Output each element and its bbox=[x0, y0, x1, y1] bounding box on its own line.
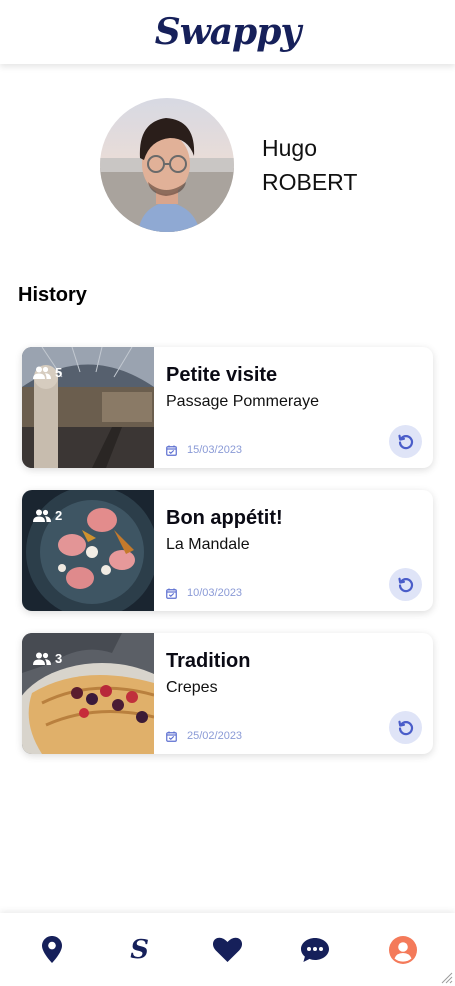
chat-bubble-icon bbox=[301, 937, 330, 962]
group-icon bbox=[33, 509, 51, 522]
card-place: La Mandale bbox=[166, 536, 250, 553]
card-body: Bon appétit! La Mandale 10/03/2023 bbox=[154, 490, 433, 611]
heart-icon bbox=[212, 937, 242, 962]
history-card[interactable]: 2 Bon appétit! La Mandale 10/03/2023 bbox=[22, 490, 433, 611]
profile-section: Hugo ROBERT bbox=[100, 98, 357, 232]
people-count-value: 5 bbox=[55, 365, 63, 380]
card-image: 5 bbox=[22, 347, 154, 468]
group-icon bbox=[33, 652, 51, 665]
tab-swappy[interactable]: S bbox=[110, 920, 170, 980]
calendar-icon bbox=[166, 731, 177, 742]
people-count: 5 bbox=[33, 365, 62, 380]
calendar-icon bbox=[166, 445, 177, 456]
card-body: Tradition Crepes 25/02/2023 bbox=[154, 633, 433, 754]
replay-button[interactable] bbox=[389, 568, 422, 601]
replay-button[interactable] bbox=[389, 425, 422, 458]
group-icon bbox=[33, 366, 51, 379]
tab-map[interactable] bbox=[22, 920, 82, 980]
card-title: Tradition bbox=[166, 650, 251, 672]
history-card[interactable]: 5 Petite visite Passage Pommeraye 15/03/… bbox=[22, 347, 433, 468]
last-name: ROBERT bbox=[262, 169, 358, 195]
first-name: Hugo bbox=[262, 135, 317, 161]
replay-icon bbox=[397, 434, 413, 449]
people-count: 3 bbox=[33, 651, 62, 666]
app-logo: Swappy bbox=[154, 11, 302, 53]
card-date-value: 15/03/2023 bbox=[187, 444, 243, 456]
app-header: Swappy bbox=[0, 0, 455, 64]
card-date-value: 10/03/2023 bbox=[187, 587, 243, 599]
user-icon bbox=[389, 935, 418, 964]
swappy-s-icon: S bbox=[130, 934, 150, 965]
card-image: 3 bbox=[22, 633, 154, 754]
card-date: 25/02/2023 bbox=[166, 730, 242, 742]
card-place: Crepes bbox=[166, 679, 218, 696]
card-title: Petite visite bbox=[166, 364, 278, 386]
avatar[interactable] bbox=[100, 98, 234, 232]
history-card[interactable]: 3 Tradition Crepes 25/02/2023 bbox=[22, 633, 433, 754]
card-place: Passage Pommeraye bbox=[166, 393, 319, 410]
replay-icon bbox=[397, 577, 413, 592]
replay-button[interactable] bbox=[389, 711, 422, 744]
card-body: Petite visite Passage Pommeraye 15/03/20… bbox=[154, 347, 433, 468]
history-title: History bbox=[18, 284, 87, 306]
tab-messages[interactable] bbox=[285, 920, 345, 980]
tab-profile[interactable] bbox=[373, 920, 433, 980]
bottom-tab-bar: S bbox=[0, 913, 455, 986]
tab-favorites[interactable] bbox=[197, 920, 257, 980]
card-date: 10/03/2023 bbox=[166, 587, 242, 599]
card-title: Bon appétit! bbox=[166, 507, 283, 529]
people-count-value: 3 bbox=[55, 651, 63, 666]
profile-name: Hugo ROBERT bbox=[262, 131, 357, 199]
map-pin-icon bbox=[41, 936, 62, 963]
history-list: 5 Petite visite Passage Pommeraye 15/03/… bbox=[22, 347, 433, 776]
card-date: 15/03/2023 bbox=[166, 444, 242, 456]
resize-handle-icon[interactable] bbox=[441, 972, 453, 984]
card-date-value: 25/02/2023 bbox=[187, 730, 243, 742]
replay-icon bbox=[397, 720, 413, 735]
people-count: 2 bbox=[33, 508, 62, 523]
card-image: 2 bbox=[22, 490, 154, 611]
calendar-icon bbox=[166, 588, 177, 599]
people-count-value: 2 bbox=[55, 508, 63, 523]
